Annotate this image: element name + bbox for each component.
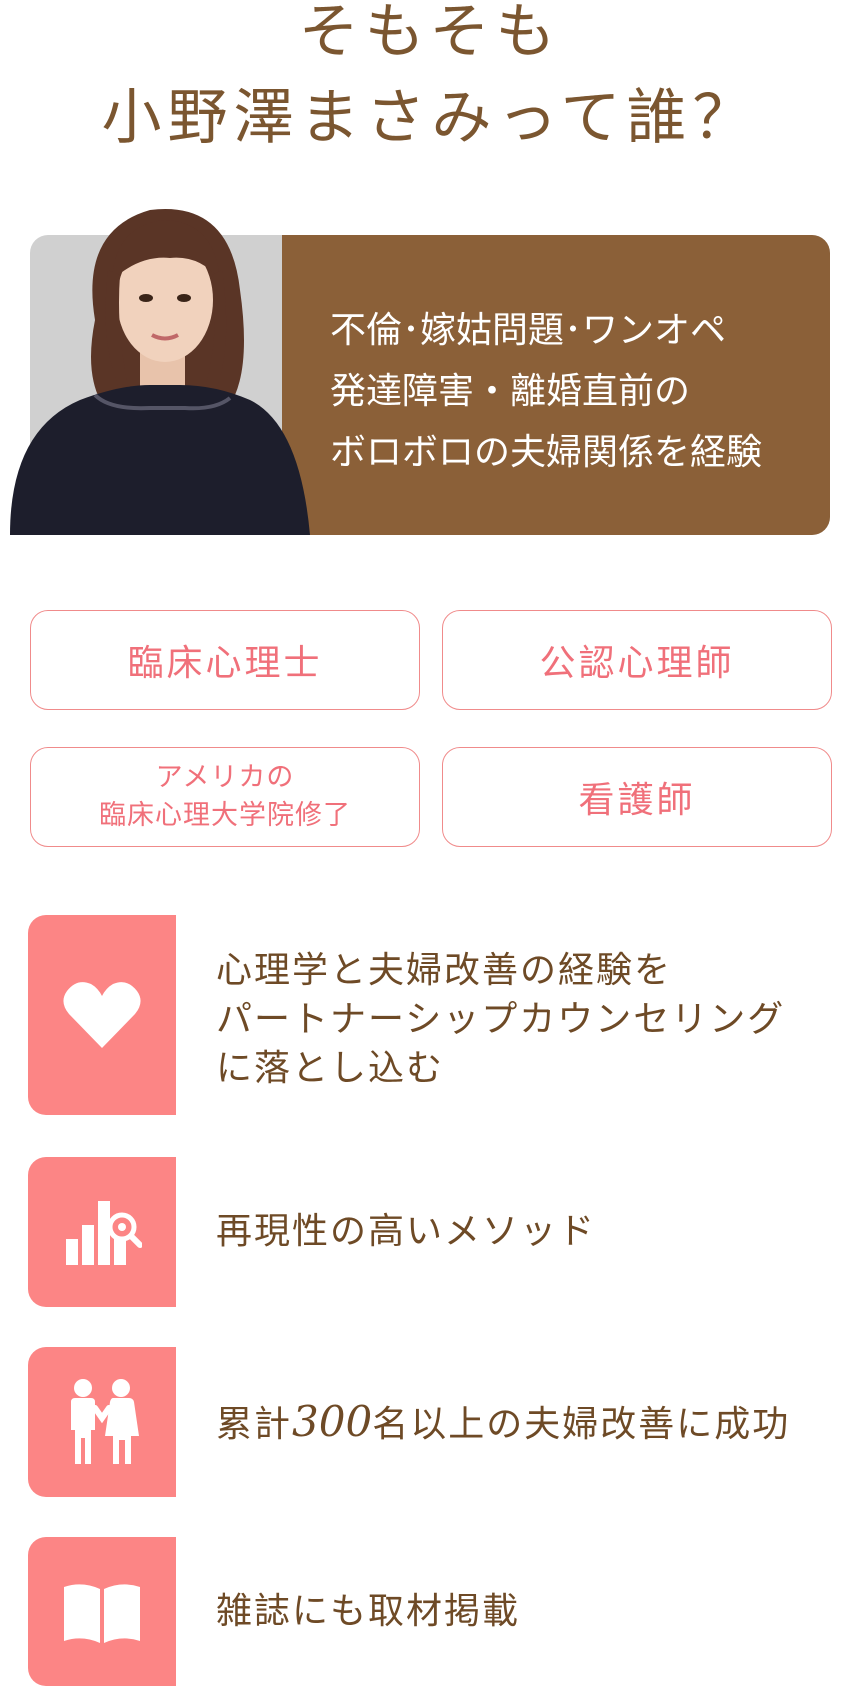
qualification-certified-psychologist: 公認心理師	[442, 610, 832, 710]
profile-line: ボロボロの夫婦関係を経験	[330, 432, 763, 473]
feature-icon-box	[28, 1347, 176, 1497]
feature-text: 心理学と夫婦改善の経験を パートナーシップカウンセリング に落とし込む	[216, 950, 786, 1089]
feature-text: 累計300名以上の夫婦改善に成功	[216, 1397, 791, 1446]
open-book-icon	[64, 1583, 140, 1643]
feature-text: 再現性の高いメソッド	[216, 1211, 597, 1252]
feature-icon-box	[28, 915, 176, 1115]
couple-icon	[71, 1379, 139, 1464]
profile-description: 不倫･嫁姑問題･ワンオペ 発達障害・離婚直前の ボロボロの夫婦関係を経験	[330, 300, 810, 483]
chart-search-icon	[66, 1201, 142, 1265]
feature-text: 雑誌にも取材掲載	[216, 1591, 521, 1632]
profile-line: 発達障害・離婚直前の	[330, 371, 691, 412]
qualification-nurse: 看護師	[442, 747, 832, 847]
feature-icon-box	[28, 1537, 176, 1686]
feature-icon-box	[28, 1157, 176, 1307]
page-title-line2: 小野澤まさみって誰？	[101, 83, 759, 153]
page-title-line1: そもそも	[298, 0, 562, 67]
profile-line: 不倫･嫁姑問題･ワンオペ	[330, 310, 727, 351]
qualification-clinical-psychologist: 臨床心理士	[30, 610, 420, 710]
profile-photo	[10, 209, 310, 535]
qualification-us-graduate-school: アメリカの 臨床心理大学院修了	[30, 747, 420, 847]
heart-icon	[63, 982, 141, 1048]
